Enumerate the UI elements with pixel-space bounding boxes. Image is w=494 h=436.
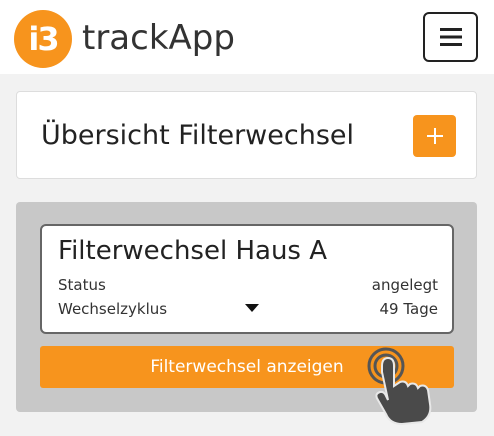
caret-down-icon[interactable] [245, 304, 259, 312]
filter-card-title: Filterwechsel Haus A [58, 236, 328, 266]
show-filter-change-label: Filterwechsel anzeigen [150, 357, 344, 377]
cycle-value: 49 Tage [379, 300, 438, 318]
logo-text: i3 [28, 20, 59, 58]
app-logo: i3 [14, 10, 72, 68]
app-header: i3 trackApp [0, 0, 494, 74]
add-button[interactable] [413, 115, 456, 157]
plus-icon [426, 128, 443, 144]
menu-button[interactable] [423, 12, 478, 62]
hamburger-icon [439, 28, 462, 46]
status-value: angelegt [371, 276, 438, 294]
status-label: Status [58, 276, 106, 294]
page-title: Übersicht Filterwechsel [41, 120, 355, 151]
filter-card: Filterwechsel Haus A Status angelegt Wec… [40, 224, 454, 334]
overview-card: Übersicht Filterwechsel [16, 91, 477, 179]
app-name: trackApp [82, 18, 235, 58]
filter-panel: Filterwechsel Haus A Status angelegt Wec… [16, 202, 477, 426]
cycle-label: Wechselzyklus [58, 300, 168, 318]
tap-hand-icon [367, 347, 432, 426]
